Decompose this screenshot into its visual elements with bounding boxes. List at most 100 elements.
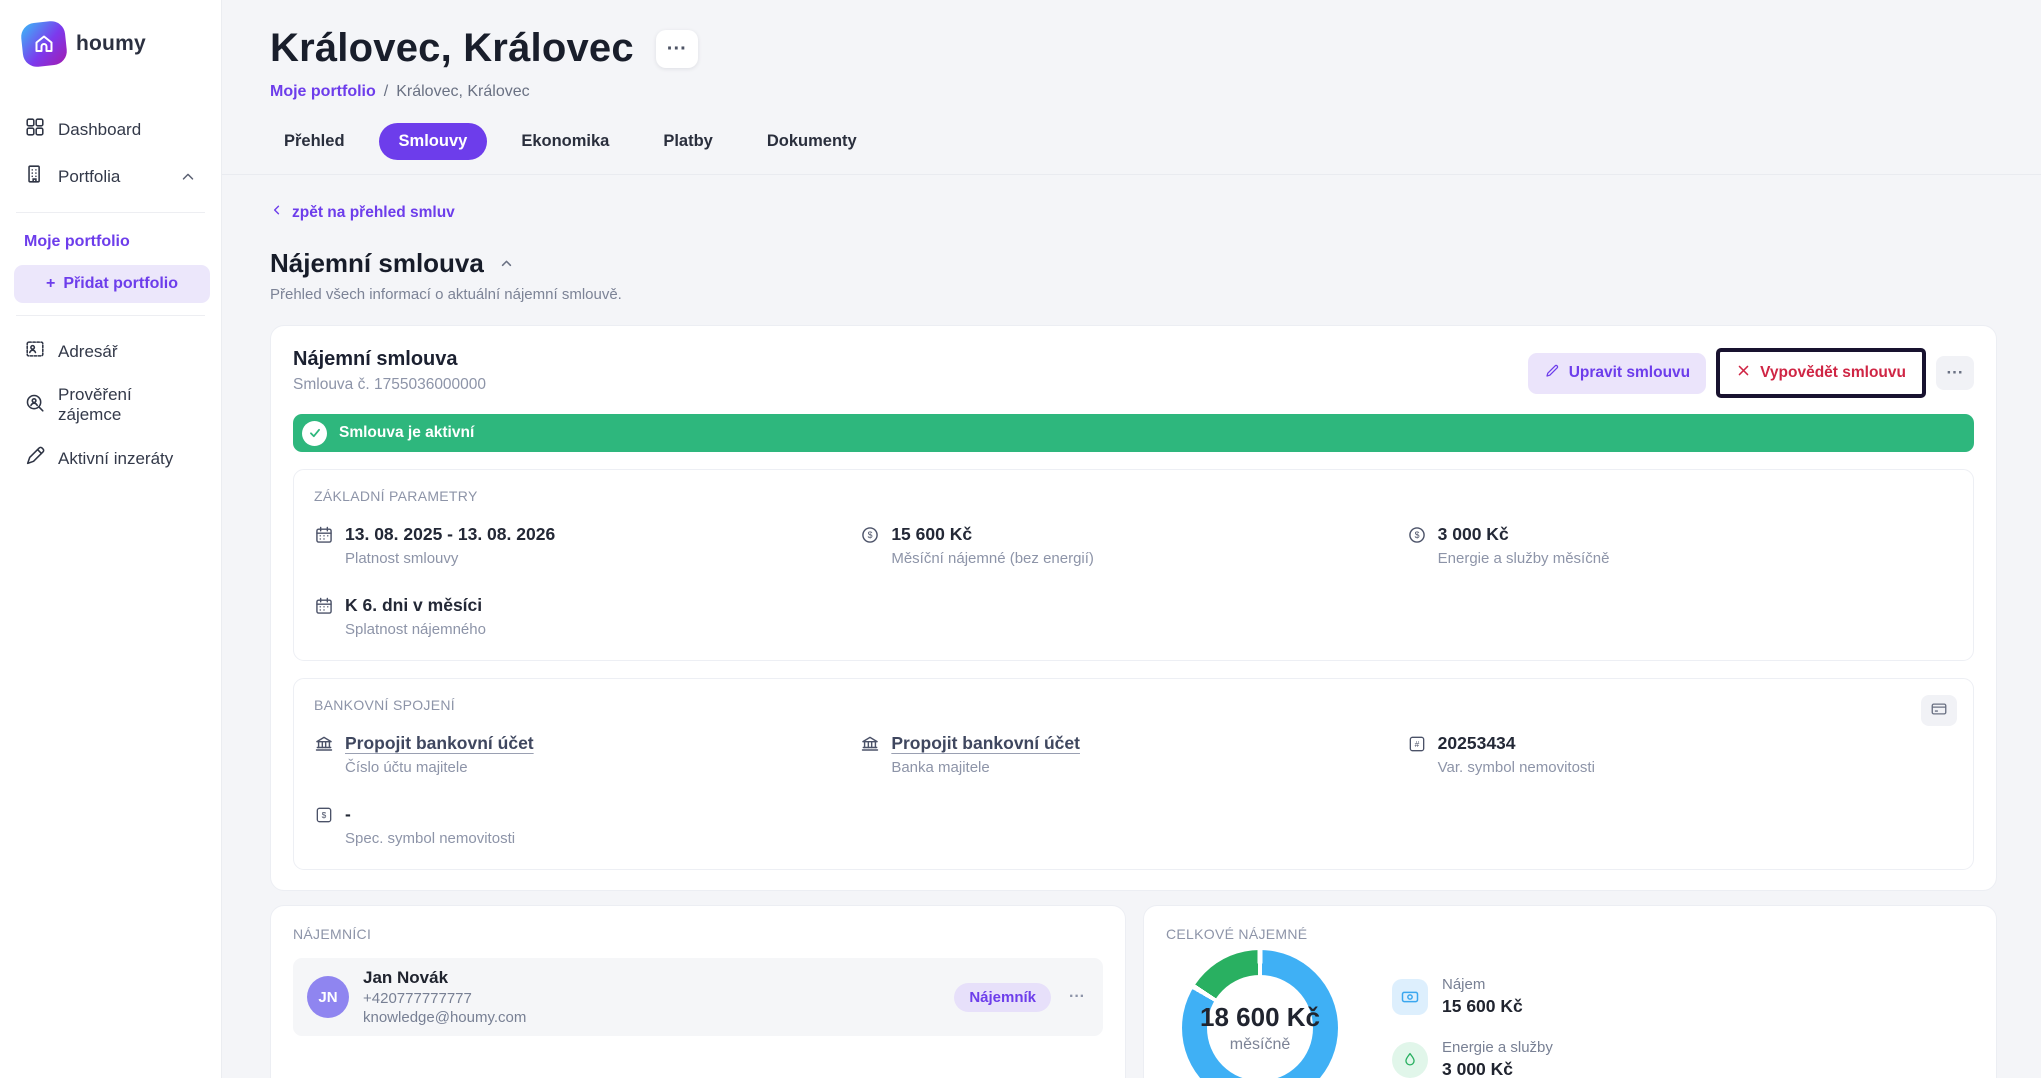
sidebar-item-adresar[interactable]: Adresář (14, 328, 207, 375)
credit-card-button[interactable] (1921, 695, 1957, 726)
variable-symbol-value: 20253434 (1438, 733, 1595, 754)
back-link-label: zpět na přehled smluv (292, 204, 455, 222)
logo[interactable]: houmy (14, 22, 207, 66)
sidebar-item-label: Dashboard (58, 120, 141, 140)
bank-connection-box: BANKOVNÍ SPOJENÍ Propojit bankovní (293, 678, 1974, 870)
param-platnost-smlouvy: 13. 08. 2025 - 13. 08. 2026 Platnost sml… (314, 524, 860, 567)
total-rent-chart: 18 600 Kč měsíčně (1182, 950, 1338, 1078)
sidebar-divider (16, 212, 205, 213)
tab-platby[interactable]: Platby (643, 123, 733, 160)
section-title: Nájemní smlouva (270, 248, 484, 279)
app-window: houmy Dashboard Portfolia Moje portfolio… (0, 0, 2041, 1078)
param-label: Splatnost nájemného (345, 621, 486, 638)
param-value: K 6. dni v měsíci (345, 595, 486, 616)
connect-bank-account-link[interactable]: Propojit bankovní účet (345, 733, 534, 754)
basic-parameters-box: ZÁKLADNÍ PARAMETRY 13. 08. 2025 - 13. 08… (293, 469, 1974, 661)
bank-item-label: Spec. symbol nemovitosti (345, 830, 515, 847)
param-mesicni-najemne: $ 15 600 Kč Měsíční nájemné (bez energií… (860, 524, 1406, 567)
banknote-icon (1392, 979, 1428, 1015)
param-energie-sluzby: $ 3 000 Kč Energie a služby měsíčně (1407, 524, 1953, 567)
bank-icon (860, 734, 880, 776)
sidebar-item-dashboard[interactable]: Dashboard (14, 106, 207, 153)
legend-value: 15 600 Kč (1442, 996, 1523, 1017)
special-symbol-item: $ - Spec. symbol nemovitosti (314, 804, 860, 847)
sidebar-divider (16, 315, 205, 316)
contract-status-text: Smlouva je aktivní (339, 424, 474, 442)
tenants-label: NÁJEMNÍCI (293, 926, 1103, 942)
chevron-up-icon[interactable] (179, 168, 197, 186)
bank-item-label: Banka majitele (891, 759, 1080, 776)
legend-label: Nájem (1442, 976, 1523, 993)
section-subtitle: Přehled všech informací o aktuální nájem… (270, 286, 1997, 303)
building-icon (24, 163, 46, 190)
tenant-email: knowledge@houmy.com (363, 1009, 526, 1026)
bank-icon (314, 734, 334, 776)
page-header: Královec, Královec ··· Moje portfolio / … (222, 0, 2041, 175)
sidebar-item-label: Aktivní inzeráty (58, 449, 173, 469)
person-search-icon (24, 392, 46, 419)
tab-dokumenty[interactable]: Dokumenty (747, 123, 877, 160)
main-area: Královec, Královec ··· Moje portfolio / … (222, 0, 2041, 1078)
sidebar-item-moje-portfolio[interactable]: Moje portfolio (14, 225, 207, 263)
edit-contract-label: Upravit smlouvu (1569, 364, 1690, 382)
svg-text:#: # (1414, 739, 1419, 749)
tenant-role-badge: Nájemník (954, 983, 1051, 1012)
tab-smlouvy[interactable]: Smlouvy (379, 123, 488, 160)
svg-text:$: $ (868, 530, 873, 540)
plus-icon: + (46, 275, 55, 293)
donut-center-value: 18 600 Kč (1200, 1002, 1320, 1033)
logo-text: houmy (76, 32, 146, 56)
hash-square-icon: # (1407, 734, 1427, 776)
svg-text:$: $ (1414, 530, 1419, 540)
tenant-phone: +420777777777 (363, 990, 526, 1007)
bank-item-label: Číslo účtu majitele (345, 759, 534, 776)
param-label: Měsíční nájemné (bez energií) (891, 550, 1094, 567)
credit-card-icon (1930, 700, 1948, 721)
edit-contract-button[interactable]: Upravit smlouvu (1528, 353, 1706, 394)
collapse-chevron-up-icon[interactable] (498, 255, 515, 272)
param-label: Platnost smlouvy (345, 550, 555, 567)
connect-bank-link[interactable]: Propojit bankovní účet (891, 733, 1080, 754)
bank-connection-label: BANKOVNÍ SPOJENÍ (314, 697, 1953, 713)
sidebar-item-aktivni-inzeraty[interactable]: Aktivní inzeráty (14, 435, 207, 482)
tenant-name: Jan Novák (363, 968, 526, 988)
calendar-icon (314, 525, 334, 567)
add-portfolio-button[interactable]: + Přidat portfolio (14, 265, 210, 303)
legend-label: Energie a služby (1442, 1039, 1553, 1056)
tenant-more-button[interactable]: ··· (1069, 988, 1085, 1006)
dollar-square-icon: $ (314, 805, 334, 847)
pen-icon (24, 445, 46, 472)
contract-more-button[interactable]: ··· (1936, 356, 1974, 390)
total-rent-card: CELKOVÉ NÁJEMNÉ 18 600 Kč měsíčně (1143, 905, 1997, 1078)
legend-item-najem: Nájem 15 600 Kč (1392, 976, 1553, 1017)
tenants-card: NÁJEMNÍCI JN Jan Novák +420777777777 kno… (270, 905, 1126, 1078)
droplet-icon (1392, 1042, 1428, 1078)
sidebar-item-portfolia[interactable]: Portfolia (14, 153, 207, 200)
breadcrumb-parent-link[interactable]: Moje portfolio (270, 83, 376, 101)
sidebar: houmy Dashboard Portfolia Moje portfolio… (0, 0, 222, 1078)
add-portfolio-label: Přidat portfolio (63, 275, 178, 293)
element-highlight-box: Vypovědět smlouvu (1716, 348, 1926, 398)
tab-ekonomika[interactable]: Ekonomika (501, 123, 629, 160)
contact-card-icon (24, 338, 46, 365)
avatar: JN (307, 976, 349, 1018)
param-label: Energie a služby měsíčně (1438, 550, 1610, 567)
tab-prehled[interactable]: Přehled (264, 123, 365, 160)
back-to-contracts-link[interactable]: zpět na přehled smluv (270, 203, 455, 222)
sidebar-item-provereni-zajemce[interactable]: Prověření zájemce (14, 375, 207, 435)
param-value: 13. 08. 2025 - 13. 08. 2026 (345, 524, 555, 545)
bank-item-label: Var. symbol nemovitosti (1438, 759, 1595, 776)
contract-status-banner: Smlouva je aktivní (293, 414, 1974, 452)
x-icon (1736, 363, 1751, 383)
tenant-row: JN Jan Novák +420777777777 knowledge@hou… (293, 958, 1103, 1036)
coin-icon: $ (860, 525, 880, 567)
sidebar-item-label: Prověření zájemce (58, 385, 197, 425)
variable-symbol-item: # 20253434 Var. symbol nemovitosti (1407, 733, 1953, 776)
sidebar-item-label: Adresář (58, 342, 118, 362)
page-more-button[interactable]: ··· (656, 30, 698, 68)
bank-account-item: Propojit bankovní účet Číslo účtu majite… (314, 733, 860, 776)
legend-item-energie: Energie a služby 3 000 Kč (1392, 1039, 1553, 1078)
breadcrumb-separator: / (384, 83, 388, 101)
terminate-contract-button[interactable]: Vypovědět smlouvu (1723, 355, 1919, 391)
houmy-logo-icon (20, 20, 68, 68)
